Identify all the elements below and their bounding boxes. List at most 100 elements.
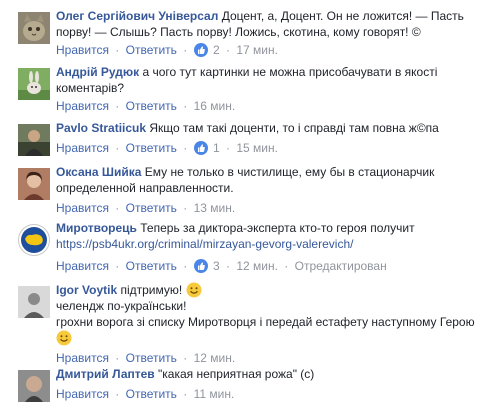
timestamp[interactable]: 13 мин.: [194, 201, 236, 215]
separator: ·: [115, 387, 120, 401]
comment-actions: Нравится · Ответить · 11 мин.: [56, 386, 234, 402]
avatar[interactable]: [18, 12, 50, 44]
thumbs-up-icon[interactable]: [193, 43, 208, 57]
comment-actions: Нравится · Ответить · 2 · 17 мин.: [56, 42, 278, 58]
comment-text: Ему не только в чистилище, ему бы в стац…: [144, 165, 435, 179]
avatar-person-image: [18, 286, 50, 318]
comment-body: Дмитрий Лаптев "какая неприятная рожа" (…: [56, 366, 476, 382]
separator: ·: [115, 259, 120, 273]
reply-button[interactable]: Ответить: [126, 387, 177, 401]
like-button[interactable]: Нравится: [56, 351, 109, 365]
comment-text: порву! — Слышь? Пасть порву! Ложись, ско…: [56, 25, 421, 39]
timestamp[interactable]: 12 мин.: [194, 351, 236, 365]
avatar-map-logo-image: [18, 224, 50, 256]
separator: ·: [226, 259, 230, 273]
timestamp[interactable]: 16 мин.: [194, 99, 236, 113]
separator: ·: [183, 201, 188, 215]
avatar[interactable]: [18, 286, 50, 318]
reply-button[interactable]: Ответить: [126, 259, 177, 273]
comment: Pavlo Stratiicuk Якщо там такі доценти, …: [0, 120, 484, 158]
separator: ·: [115, 351, 120, 365]
comment: Миротворець Теперь за диктора-эксперта к…: [0, 220, 484, 280]
comment-actions: Нравится · Ответить · 12 мин.: [56, 350, 235, 366]
separator: ·: [284, 259, 289, 273]
separator: ·: [183, 43, 188, 57]
reply-button[interactable]: Ответить: [126, 201, 177, 215]
separator: ·: [115, 43, 120, 57]
comment-author[interactable]: Олег Сергійович Універсал: [56, 9, 218, 23]
comment-text: определенной направленности.: [56, 181, 234, 195]
avatar[interactable]: [18, 224, 50, 256]
avatar-person-image: [18, 124, 50, 156]
avatar[interactable]: [18, 68, 50, 100]
comment-text: "какая неприятная рожа" (с): [158, 367, 315, 381]
reply-button[interactable]: Ответить: [126, 99, 177, 113]
comment: Igor Voytik підтримую! челендж по-україн…: [0, 282, 484, 366]
like-button[interactable]: Нравится: [56, 201, 109, 215]
timestamp[interactable]: 15 мин.: [236, 141, 278, 155]
comment-author[interactable]: Андрій Рудюк: [56, 65, 139, 79]
separator: ·: [115, 201, 120, 215]
like-button[interactable]: Нравится: [56, 141, 109, 155]
comment-body: Оксана Шийка Ему не только в чистилище, …: [56, 164, 476, 196]
comment: Дмитрий Лаптев "какая неприятная рожа" (…: [0, 366, 484, 404]
comment-text: Якщо там такі доценти, то і справді там …: [149, 121, 439, 135]
thumbs-up-icon[interactable]: [193, 259, 208, 273]
separator: ·: [183, 351, 188, 365]
separator: ·: [115, 99, 120, 113]
like-button[interactable]: Нравится: [56, 259, 109, 273]
comment-text: підтримую!: [120, 283, 183, 297]
avatar-cat-image: [18, 12, 50, 44]
thumbs-up-icon[interactable]: [193, 141, 208, 155]
avatar[interactable]: [18, 168, 50, 200]
like-button[interactable]: Нравится: [56, 43, 109, 57]
comment: Олег Сергійович Універсал Доцент, а, Доц…: [0, 8, 484, 60]
separator: ·: [226, 141, 230, 155]
separator: ·: [115, 141, 120, 155]
timestamp[interactable]: 11 мин.: [194, 387, 235, 401]
comment-author[interactable]: Igor Voytik: [56, 283, 117, 297]
separator: ·: [183, 99, 188, 113]
comment-text: коментарів?: [56, 81, 125, 95]
comment-text: грохни ворога зі списку Миротворця і пер…: [56, 315, 475, 329]
timestamp[interactable]: 12 мин.: [236, 259, 278, 273]
reaction-count[interactable]: 2: [213, 43, 220, 57]
comment-link[interactable]: https://psb4ukr.org/criminal/mirzayan-ge…: [56, 237, 353, 251]
comment-body: Андрій Рудюк а чого тут картинки не можн…: [56, 64, 476, 96]
comment-body: Олег Сергійович Універсал Доцент, а, Доц…: [56, 8, 476, 40]
like-button[interactable]: Нравится: [56, 387, 109, 401]
comment-actions: Нравится · Ответить · 13 мин.: [56, 200, 235, 216]
reaction-count[interactable]: 1: [213, 141, 220, 155]
avatar-rabbit-image: [18, 68, 50, 100]
comment-author[interactable]: Миротворець: [56, 221, 137, 235]
smiley-icon: [56, 330, 72, 346]
comment-author[interactable]: Pavlo Stratiicuk: [56, 121, 146, 135]
comment: Андрій Рудюк а чого тут картинки не можн…: [0, 64, 484, 116]
like-button[interactable]: Нравится: [56, 99, 109, 113]
avatar-person-image: [18, 370, 50, 402]
smiley-icon: [186, 282, 202, 298]
timestamp[interactable]: 17 мин.: [236, 43, 278, 57]
avatar[interactable]: [18, 370, 50, 402]
separator: ·: [226, 43, 230, 57]
comment-actions: Нравится · Ответить · 1 · 15 мин.: [56, 140, 278, 156]
reply-button[interactable]: Ответить: [126, 141, 177, 155]
comment-text: челендж по-українськи!: [56, 299, 187, 313]
reply-button[interactable]: Ответить: [126, 43, 177, 57]
reaction-count[interactable]: 3: [213, 259, 220, 273]
separator: ·: [183, 387, 188, 401]
comment-text: Теперь за диктора-эксперта кто-то героя …: [140, 221, 415, 235]
comment-actions: Нравится · Ответить · 3 · 12 мин. · Отре…: [56, 258, 387, 274]
comment-author[interactable]: Дмитрий Лаптев: [56, 367, 155, 381]
avatar-person-image: [18, 168, 50, 200]
edited-label[interactable]: Отредактирован: [295, 259, 387, 273]
comment: Оксана Шийка Ему не только в чистилище, …: [0, 164, 484, 216]
comment-actions: Нравится · Ответить · 16 мин.: [56, 98, 235, 114]
comment-body: Миротворець Теперь за диктора-эксперта к…: [56, 220, 476, 252]
separator: ·: [183, 259, 188, 273]
avatar[interactable]: [18, 124, 50, 156]
comment-author[interactable]: Оксана Шийка: [56, 165, 141, 179]
comment-text: а чого тут картинки не можна присобачува…: [142, 65, 438, 79]
reply-button[interactable]: Ответить: [126, 351, 177, 365]
comment-body: Pavlo Stratiicuk Якщо там такі доценти, …: [56, 120, 476, 136]
